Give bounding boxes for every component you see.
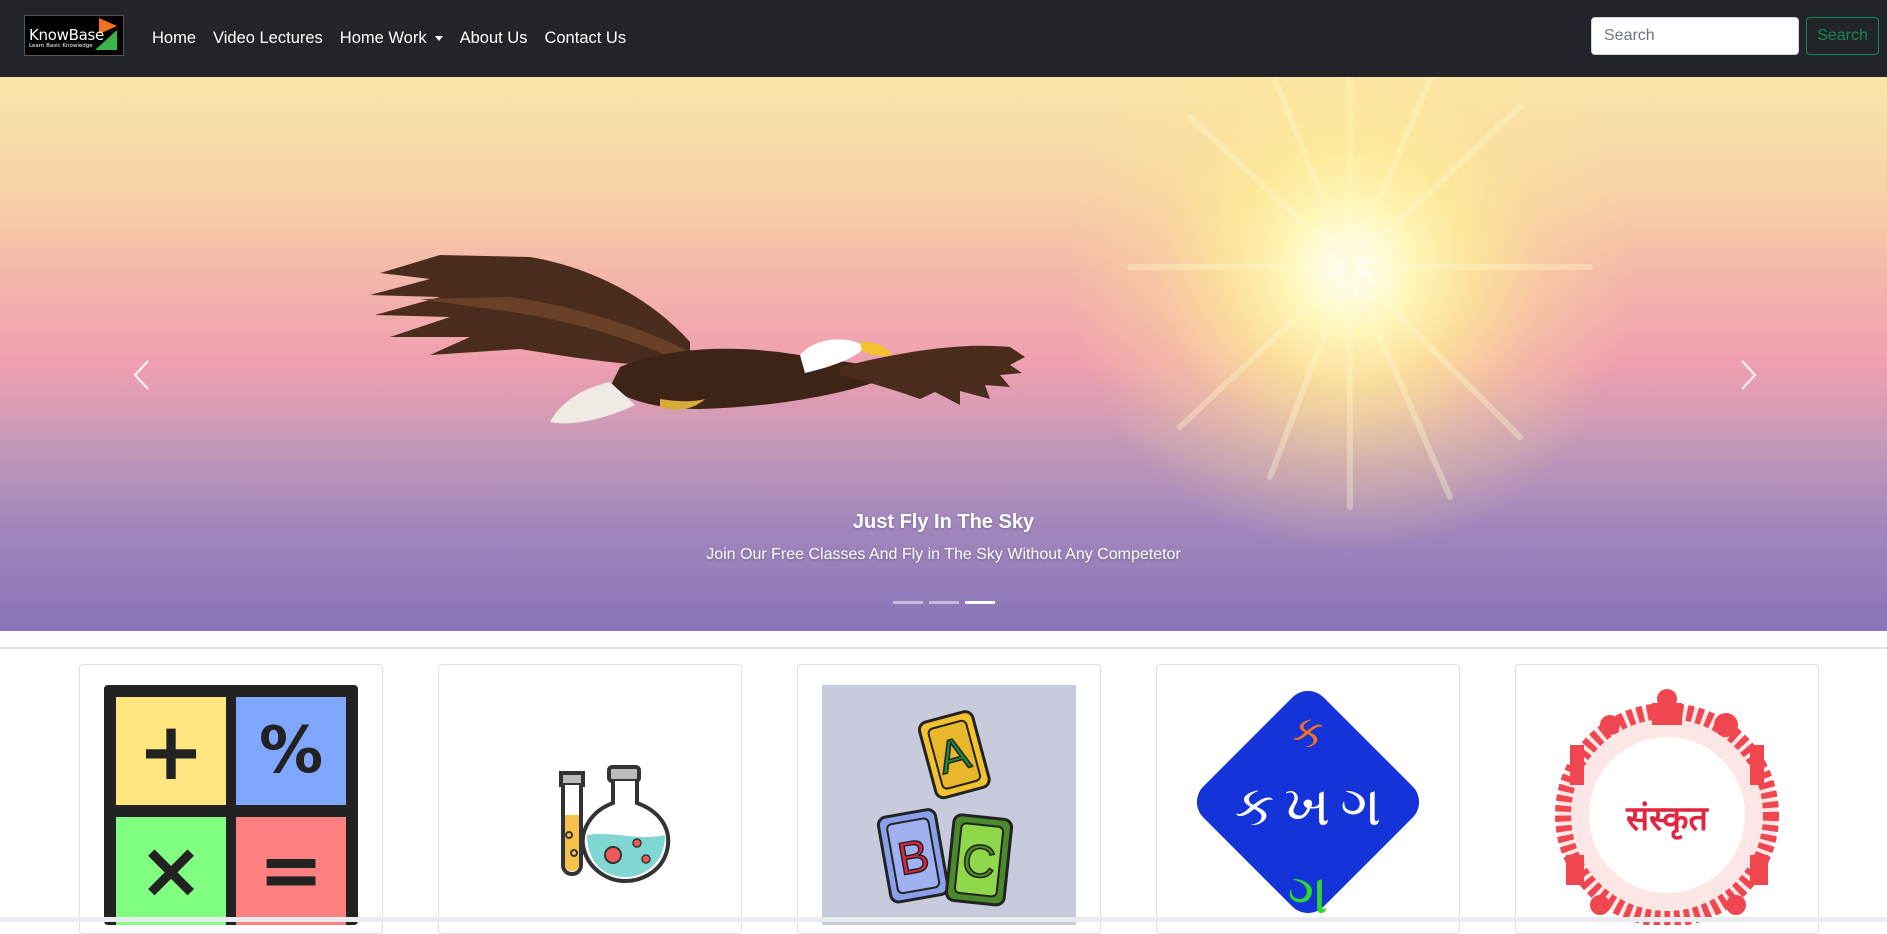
page-bottom-edge xyxy=(0,917,1887,922)
nav-home-work-dropdown[interactable]: Home Work xyxy=(340,29,443,48)
navbar: KnowBase Learn Basic Knowledge Home Vide… xyxy=(0,0,1887,77)
math-operators-icon: + % × = xyxy=(104,685,358,925)
subject-card-gujarati[interactable]: ક કખગ ગ xyxy=(1156,664,1460,934)
brand-name: KnowBase xyxy=(29,26,104,44)
caret-down-icon xyxy=(434,36,443,41)
carousel-indicator-3[interactable] xyxy=(964,601,995,604)
search-input[interactable] xyxy=(1591,17,1799,55)
carousel-next-button[interactable] xyxy=(1718,345,1778,405)
carousel-prev-button[interactable] xyxy=(112,345,172,405)
carousel-caption: Just Fly In The Sky Join Our Free Classe… xyxy=(0,511,1887,564)
eagle-image xyxy=(370,255,1025,424)
search-button[interactable]: Search xyxy=(1806,17,1879,55)
carousel-indicator-2[interactable] xyxy=(928,601,959,604)
subject-card-english[interactable]: A B C xyxy=(797,664,1101,934)
carousel-indicators xyxy=(0,601,1887,604)
chevron-right-icon xyxy=(1741,360,1757,390)
svg-text:ક: ક xyxy=(1292,707,1323,758)
subject-card-science[interactable] xyxy=(438,664,742,934)
gujarati-letters-row: કખગ xyxy=(1235,774,1381,839)
nav-links: Home Video Lectures Home Work About Us C… xyxy=(152,0,643,77)
abc-blocks-icon: A B C xyxy=(822,685,1076,925)
subject-card-math[interactable]: + % × = xyxy=(79,664,383,934)
nav-home[interactable]: Home xyxy=(152,29,196,48)
sanskrit-emblem-icon: संस्कृत xyxy=(1540,685,1794,925)
brand-tagline: Learn Basic Knowledge xyxy=(29,43,93,49)
svg-text:C: C xyxy=(960,833,998,888)
nav-contact-us[interactable]: Contact Us xyxy=(544,29,626,48)
subject-card-sanskrit[interactable]: संस्कृत xyxy=(1515,664,1819,934)
nav-home-work-label: Home Work xyxy=(339,29,427,47)
nav-video-lectures[interactable]: Video Lectures xyxy=(213,29,323,48)
brand-logo[interactable]: KnowBase Learn Basic Knowledge xyxy=(24,15,124,56)
svg-text:ગ: ગ xyxy=(1288,862,1329,925)
carousel-indicator-1[interactable] xyxy=(892,601,923,604)
chevron-left-icon xyxy=(133,360,149,390)
science-flasks-icon xyxy=(463,685,717,925)
carousel-caption-text: Join Our Free Classes And Fly in The Sky… xyxy=(706,546,1181,563)
section-divider xyxy=(0,647,1887,649)
hero-carousel: Just Fly In The Sky Join Our Free Classe… xyxy=(0,77,1887,631)
nav-about-us[interactable]: About Us xyxy=(460,29,528,48)
svg-text:संस्कृत: संस्कृत xyxy=(1625,799,1709,840)
carousel-caption-title: Just Fly In The Sky xyxy=(852,511,1035,533)
gujarati-letters-icon: ક કખગ ગ xyxy=(1181,685,1435,925)
